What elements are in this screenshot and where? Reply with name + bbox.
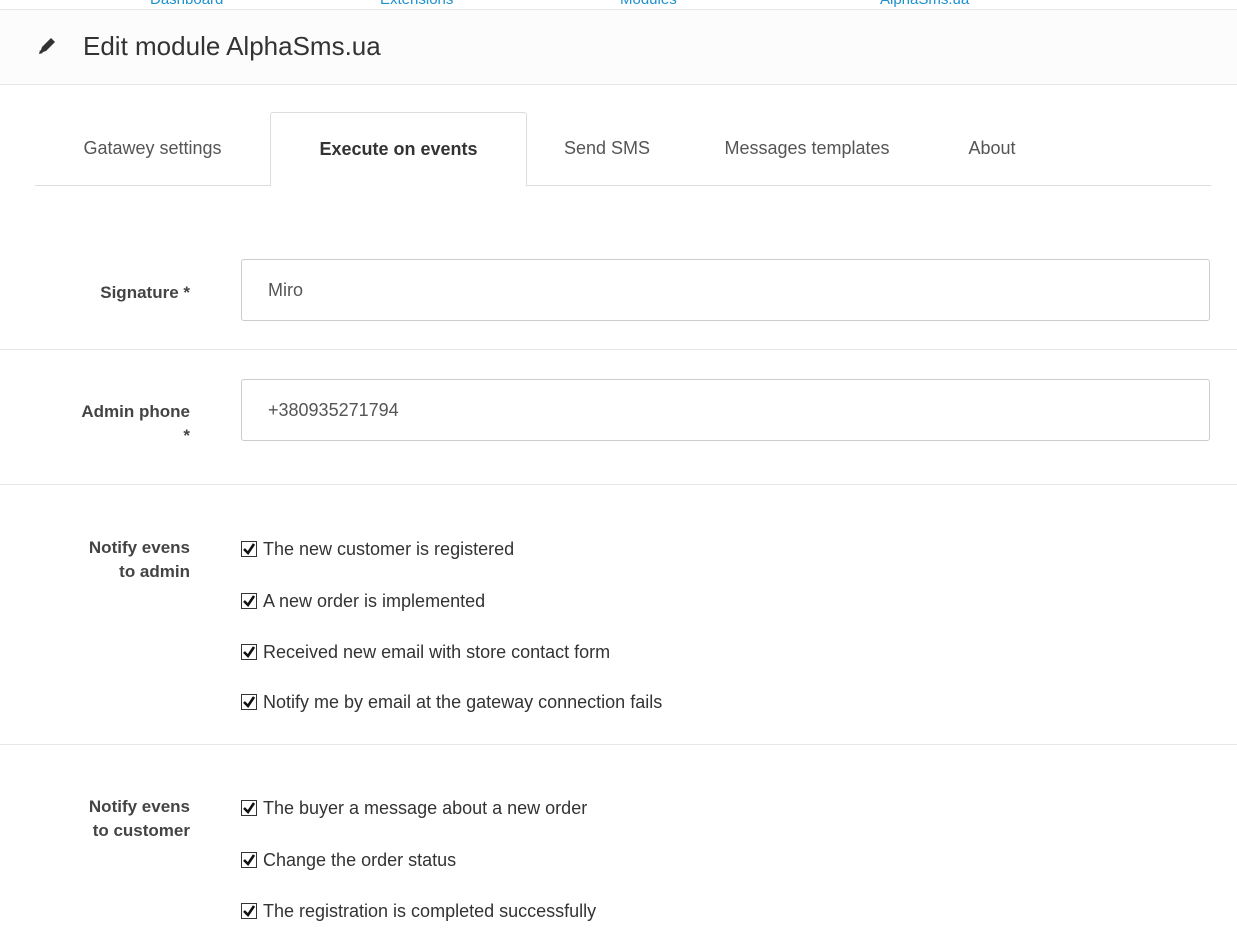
divider [0, 484, 1237, 485]
checkbox-label: The registration is completed successful… [263, 900, 597, 921]
admin-event-option[interactable]: A new order is implemented [241, 589, 485, 613]
tab-bar: Gatawey settings Execute on events Send … [35, 112, 1211, 186]
checkbox-label: Received new email with store contact fo… [263, 641, 611, 662]
checkbox[interactable] [241, 644, 257, 660]
customer-events-label-line2: to customer [92, 821, 190, 840]
customer-event-option[interactable]: The buyer a message about a new order [241, 796, 587, 820]
divider [0, 349, 1237, 350]
page-title: Edit module AlphaSms.ua [83, 31, 381, 61]
tab-execute-on-events[interactable]: Execute on events [270, 112, 527, 186]
checkbox-label: The new customer is registered [263, 538, 515, 559]
checkbox-label: The buyer a message about a new order [263, 797, 588, 818]
signature-input[interactable] [241, 259, 1210, 321]
checkbox[interactable] [241, 593, 257, 609]
admin-event-option[interactable]: Received new email with store contact fo… [241, 640, 610, 664]
checkbox-label: A new order is implemented [263, 590, 486, 611]
admin-phone-label: Admin phone * [0, 400, 190, 448]
admin-phone-label-line2: * [183, 426, 190, 445]
breadcrumb: Dashboard Extensions Modules AlphaSms.ua [0, 0, 1237, 8]
tab-about[interactable]: About [927, 112, 1057, 184]
tab-messages-templates[interactable]: Messages templates [687, 112, 927, 184]
checkbox[interactable] [241, 903, 257, 919]
admin-phone-input[interactable] [241, 379, 1210, 441]
admin-phone-label-line1: Admin phone [81, 402, 190, 421]
breadcrumb-item[interactable]: Dashboard [150, 0, 223, 8]
tab-gateway-settings[interactable]: Gatawey settings [35, 112, 270, 184]
panel-heading: Edit module AlphaSms.ua [0, 9, 1237, 85]
customer-event-option[interactable]: Change the order status [241, 848, 456, 872]
signature-label: Signature * [100, 283, 190, 302]
checkbox[interactable] [241, 541, 257, 557]
customer-events-label-line1: Notify evens [88, 797, 190, 816]
breadcrumb-item[interactable]: AlphaSms.ua [880, 0, 969, 8]
admin-event-option[interactable]: Notify me by email at the gateway connec… [241, 690, 662, 714]
checkbox-label: Notify me by email at the gateway connec… [263, 691, 663, 712]
tab-send-sms[interactable]: Send SMS [527, 112, 687, 184]
checkbox[interactable] [241, 694, 257, 710]
customer-event-option[interactable]: The registration is completed successful… [241, 899, 596, 923]
customer-events-label: Notify evens to customer [0, 795, 190, 843]
breadcrumb-item[interactable]: Modules [620, 0, 677, 8]
checkbox[interactable] [241, 800, 257, 816]
admin-events-label: Notify evens to admin [0, 536, 190, 584]
admin-events-label-line2: to admin [119, 562, 190, 581]
pencil-icon [37, 36, 57, 56]
breadcrumb-item[interactable]: Extensions [380, 0, 453, 8]
admin-events-label-line1: Notify evens [88, 538, 190, 557]
divider [0, 744, 1237, 745]
checkbox-label: Change the order status [263, 849, 457, 870]
checkbox[interactable] [241, 852, 257, 868]
admin-event-option[interactable]: The new customer is registered [241, 537, 514, 561]
